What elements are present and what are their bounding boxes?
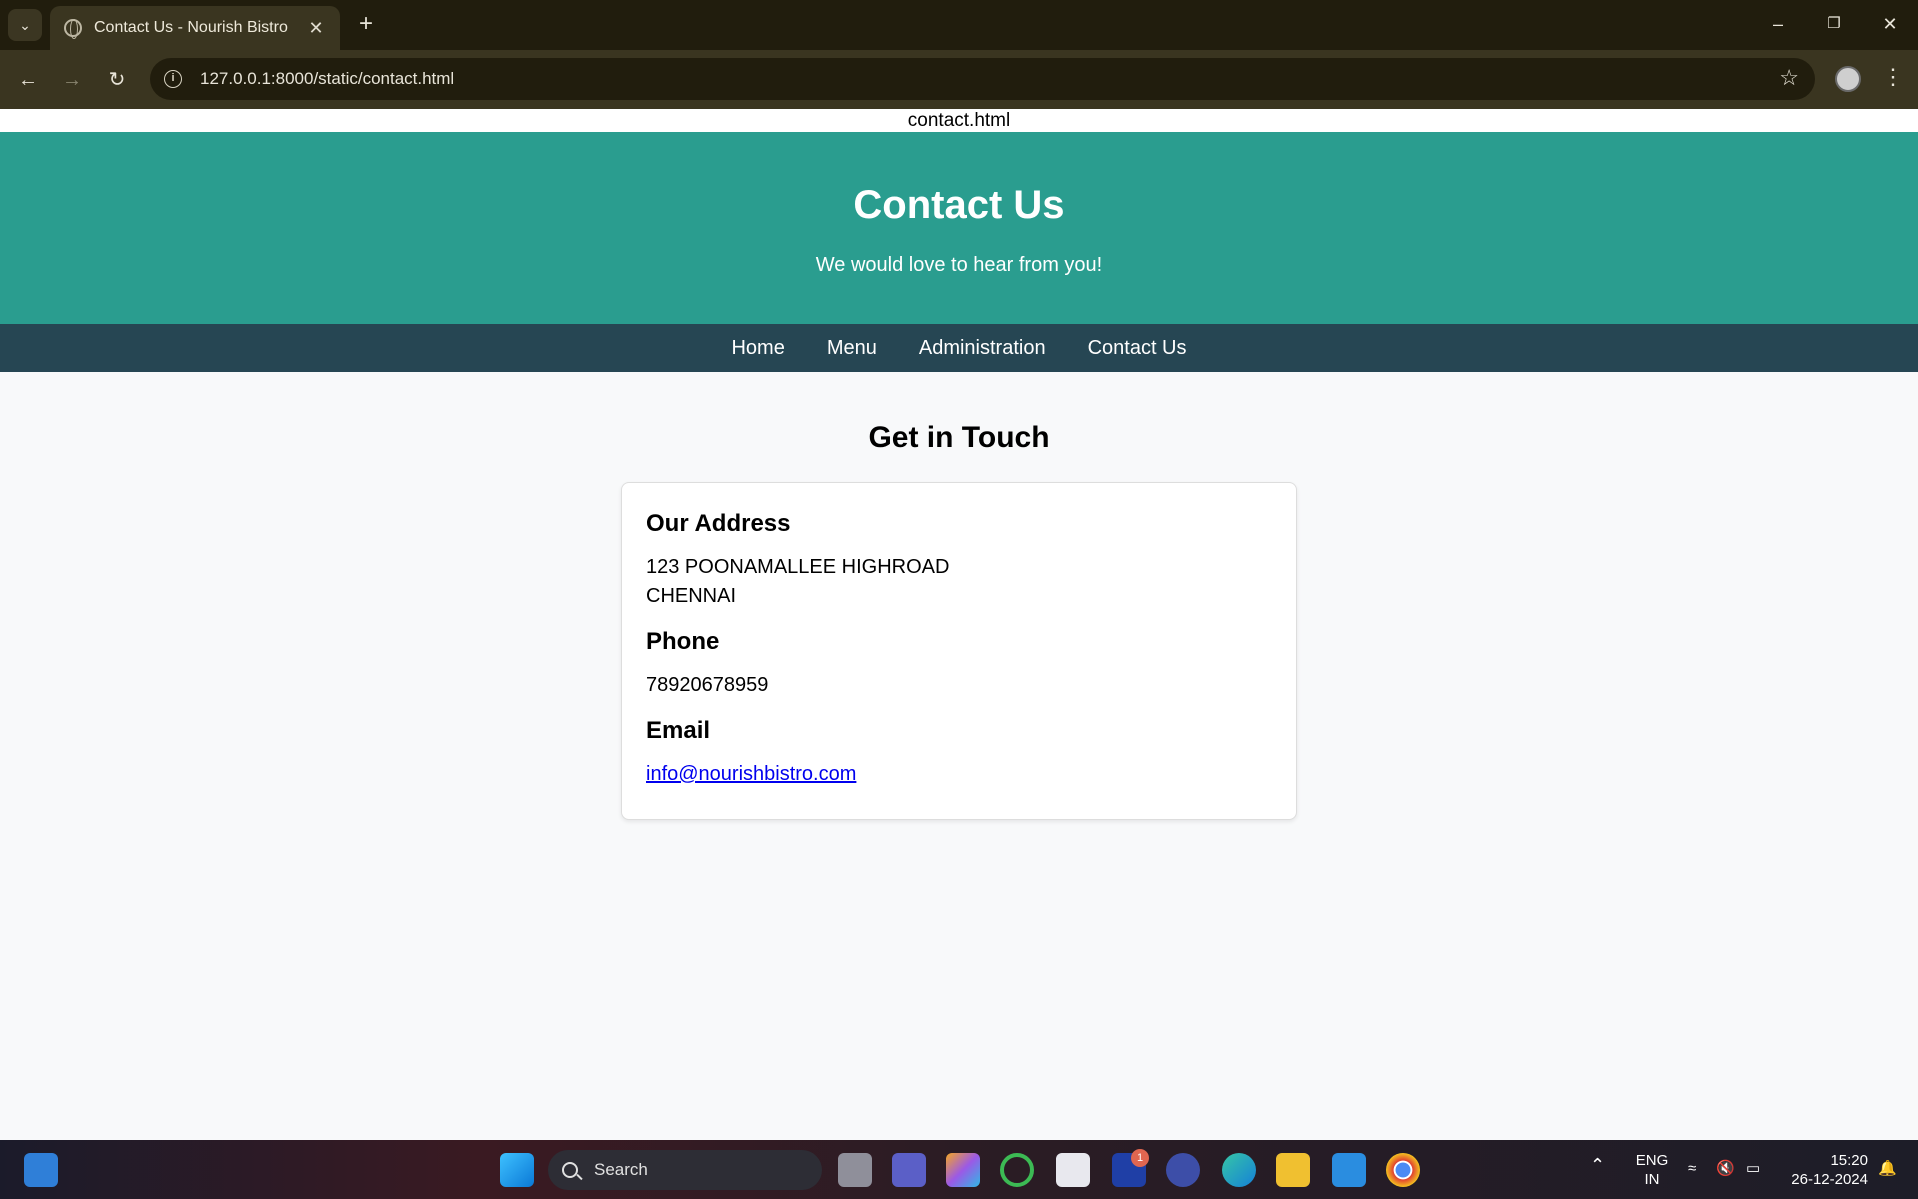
browser-tab-bar: ⌄ Contact Us - Nourish Bistro ✕ + – ❐ ✕: [0, 0, 1918, 50]
section-title: Get in Touch: [868, 421, 1050, 454]
contact-section: Get in Touch Our Address 123 POONAMALLEE…: [0, 420, 1918, 820]
teams-icon[interactable]: [892, 1153, 926, 1187]
file-explorer-icon[interactable]: [1276, 1153, 1310, 1187]
notification-badge: 1: [1131, 1149, 1149, 1167]
page-subtitle: We would love to hear from you!: [815, 254, 1103, 276]
volume-muted-icon[interactable]: 🔇: [1716, 1159, 1735, 1178]
nav-link-menu[interactable]: Menu: [827, 337, 877, 360]
widgets-icon[interactable]: [24, 1153, 58, 1187]
browser-tab[interactable]: Contact Us - Nourish Bistro ✕: [50, 6, 340, 50]
restore-icon[interactable]: ❐: [1814, 8, 1854, 40]
reload-icon[interactable]: ↻: [101, 64, 133, 96]
app-triangle-icon[interactable]: [1166, 1153, 1200, 1187]
new-tab-icon[interactable]: +: [352, 11, 380, 39]
wifi-icon[interactable]: ≈: [1688, 1159, 1696, 1178]
tab-title: Contact Us - Nourish Bistro: [94, 19, 288, 36]
loading-app-icon[interactable]: [1000, 1153, 1034, 1187]
close-icon[interactable]: ✕: [306, 18, 326, 39]
site-info-icon[interactable]: i: [164, 70, 182, 88]
address-line-2: CHENNAI: [646, 585, 737, 607]
page-title: Contact Us: [853, 183, 1065, 227]
minimize-icon[interactable]: –: [1758, 8, 1798, 40]
email-heading: Email: [646, 717, 711, 744]
notification-bell-icon[interactable]: 🔔: [1878, 1159, 1897, 1178]
taskbar-search-label: Search: [594, 1160, 648, 1179]
hero-header: Contact Us We would love to hear from yo…: [0, 132, 1918, 324]
main-nav: Home Menu Administration Contact Us: [0, 324, 1918, 372]
address-bar[interactable]: i 127.0.0.1:8000/static/contact.html ☆: [150, 58, 1815, 100]
store-icon[interactable]: [1056, 1153, 1090, 1187]
clock-date: 26-12-2024: [1791, 1171, 1868, 1188]
window-close-icon[interactable]: ✕: [1870, 8, 1910, 40]
email-row: info@nourishbistro.com: [646, 760, 1272, 789]
tab-search-icon[interactable]: ⌄: [8, 9, 42, 41]
phone-heading: Phone: [646, 628, 720, 655]
phone-number: 78920678959: [646, 674, 769, 696]
back-icon[interactable]: ←: [12, 64, 44, 96]
profile-avatar-icon[interactable]: [1835, 66, 1861, 92]
taskbar-search[interactable]: Search: [548, 1150, 822, 1190]
browser-toolbar: ← → ↻ i 127.0.0.1:8000/static/contact.ht…: [0, 50, 1918, 109]
clock[interactable]: 15:20 26-12-2024: [1786, 1151, 1868, 1189]
nav-link-contact[interactable]: Contact Us: [1088, 337, 1187, 360]
clock-time: 15:20: [1830, 1152, 1868, 1169]
search-icon: [562, 1162, 578, 1178]
taskbar: Search 1 ⌃ ENG IN ≈ 🔇 ▭ 15:20 26-12-2024…: [0, 1140, 1918, 1199]
edge-icon[interactable]: [1222, 1153, 1256, 1187]
nav-link-home[interactable]: Home: [731, 337, 784, 360]
chrome-icon[interactable]: [1386, 1153, 1420, 1187]
forward-icon[interactable]: →: [56, 64, 88, 96]
url-text: 127.0.0.1:8000/static/contact.html: [200, 69, 455, 88]
nav-link-administration[interactable]: Administration: [919, 337, 1046, 360]
email-link[interactable]: info@nourishbistro.com: [646, 763, 856, 785]
language-code: ENG: [1635, 1152, 1669, 1169]
language-indicator[interactable]: ENG IN: [1632, 1151, 1672, 1189]
windows-start-icon[interactable]: [500, 1153, 534, 1187]
address-line-1: 123 POONAMALLEE HIGHROAD: [646, 556, 950, 578]
contact-card: Our Address 123 POONAMALLEE HIGHROAD CHE…: [621, 482, 1297, 820]
browser-menu-icon[interactable]: ⋮: [1882, 64, 1904, 90]
copilot-icon[interactable]: [946, 1153, 980, 1187]
battery-icon[interactable]: ▭: [1746, 1159, 1760, 1178]
web-page: contact.html Contact Us We would love to…: [0, 109, 1918, 1140]
globe-icon: [64, 19, 82, 39]
bookmark-star-icon[interactable]: ☆: [1779, 65, 1799, 91]
tray-overflow-icon[interactable]: ⌃: [1590, 1156, 1605, 1175]
task-view-icon[interactable]: [838, 1153, 872, 1187]
address-heading: Our Address: [646, 510, 791, 537]
address-text: 123 POONAMALLEE HIGHROAD CHENNAI: [646, 553, 1272, 611]
file-label: contact.html: [0, 109, 1918, 132]
vscode-icon[interactable]: [1332, 1153, 1366, 1187]
region-code: IN: [1644, 1171, 1660, 1188]
